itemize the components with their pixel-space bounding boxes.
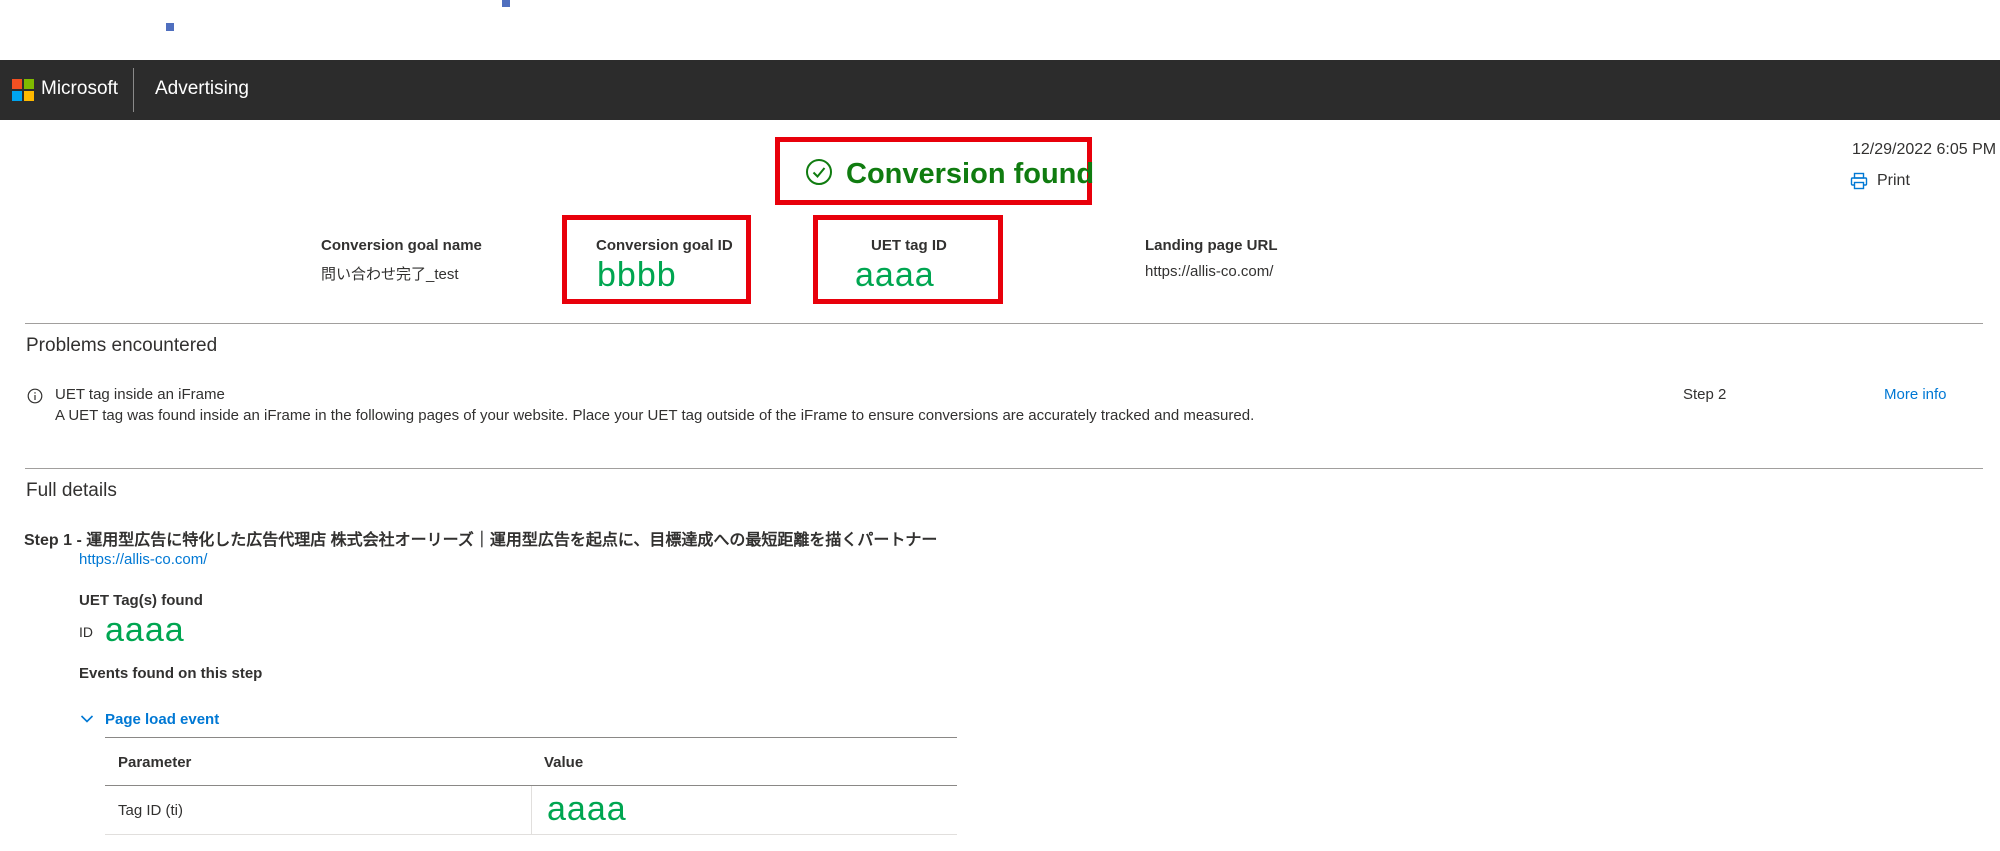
table-top-border <box>105 737 957 738</box>
goal-id-value: bbbb <box>597 256 677 294</box>
goal-id-label: Conversion goal ID <box>596 237 733 254</box>
brand-name[interactable]: Microsoft <box>41 77 118 101</box>
events-found-label: Events found on this step <box>79 665 263 682</box>
divider <box>25 468 1983 469</box>
problem-step: Step 2 <box>1683 386 1727 403</box>
column-header-parameter: Parameter <box>118 754 192 771</box>
microsoft-logo-icon[interactable] <box>12 79 34 101</box>
chevron-down-icon[interactable] <box>80 714 94 724</box>
landing-url-value: https://allis-co.com/ <box>1145 263 1274 280</box>
table-row-border <box>105 834 957 835</box>
goal-name-label: Conversion goal name <box>321 237 482 254</box>
goal-name-value: 問い合わせ完了_test <box>321 266 459 283</box>
tag-id-value: aaaa <box>855 256 935 294</box>
top-bar: Microsoft Advertising <box>0 60 2000 120</box>
step-url-link[interactable]: https://allis-co.com/ <box>79 551 207 568</box>
header-divider <box>133 68 134 112</box>
table-cell-value: aaaa <box>547 790 627 828</box>
check-circle-icon <box>806 159 832 185</box>
status-title: Conversion found <box>846 158 1095 190</box>
divider <box>25 323 1983 324</box>
stray-mark <box>502 0 510 7</box>
column-header-value: Value <box>544 754 584 771</box>
table-column-divider <box>531 786 532 834</box>
found-tag-id-value: aaaa <box>105 611 185 649</box>
info-icon <box>27 388 43 404</box>
problem-title: UET tag inside an iFrame <box>55 386 225 403</box>
stray-mark <box>166 23 174 31</box>
report-timestamp: 12/29/2022 6:05 PM <box>1852 141 1997 158</box>
page-load-event-toggle[interactable]: Page load event <box>105 711 219 728</box>
landing-url-label: Landing page URL <box>1145 237 1278 254</box>
tag-id-prefix-label: ID <box>79 624 93 640</box>
tags-found-label: UET Tag(s) found <box>79 592 203 609</box>
problems-title: Problems encountered <box>26 335 218 356</box>
product-name[interactable]: Advertising <box>155 77 249 101</box>
details-title: Full details <box>26 480 117 501</box>
tag-id-label: UET tag ID <box>871 237 947 254</box>
printer-icon <box>1850 172 1868 190</box>
problem-description: A UET tag was found inside an iFrame in … <box>55 407 1255 424</box>
print-button[interactable]: Print <box>1850 170 1910 192</box>
more-info-link[interactable]: More info <box>1884 386 1947 403</box>
print-label: Print <box>1877 172 1910 189</box>
step-title: Step 1 - 運用型広告に特化した広告代理店 株式会社オーリーズ｜運用型広告… <box>24 532 938 549</box>
table-cell-parameter: Tag ID (ti) <box>118 802 184 819</box>
